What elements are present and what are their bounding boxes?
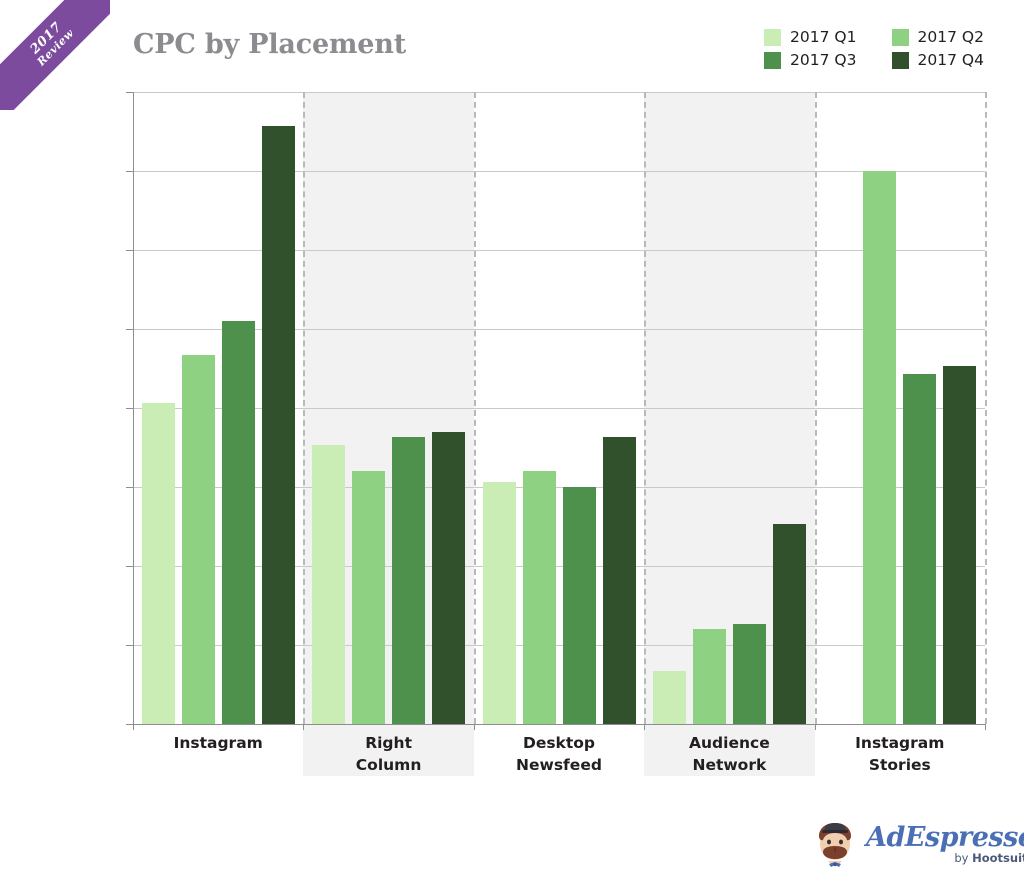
- x-axis-category-label: Instagram Stories: [815, 732, 985, 777]
- category-label-line: Instagram: [855, 734, 945, 752]
- logo-tagline-by: by: [954, 850, 973, 865]
- legend-label: 2017 Q4: [917, 51, 984, 69]
- page-title: CPC by Placement: [133, 29, 406, 60]
- bar[interactable]: [772, 523, 806, 724]
- x-axis-tick: [814, 724, 816, 730]
- x-axis-tick: [985, 724, 986, 730]
- legend-swatch-icon: [764, 51, 781, 69]
- bar[interactable]: [522, 471, 556, 724]
- bar[interactable]: [732, 623, 766, 724]
- x-axis-category-label: Audience Network: [644, 732, 814, 777]
- category-label-line: Right: [365, 734, 412, 752]
- y-axis-tick: [126, 566, 133, 567]
- category-label-line: Instagram: [173, 734, 263, 752]
- category-label-line: Desktop: [522, 734, 596, 752]
- y-axis-line: [133, 92, 134, 724]
- plot-area: US$0.00US$0.15US$0.30US$0.45US$0.60US$0.…: [126, 92, 987, 776]
- bar[interactable]: [482, 481, 516, 724]
- bar[interactable]: [141, 402, 175, 724]
- ribbon-year: 2017: [27, 19, 66, 58]
- legend-item[interactable]: 2017 Q1: [764, 28, 882, 46]
- group-divider: [644, 92, 647, 724]
- legend-item[interactable]: 2017 Q2: [891, 28, 1010, 46]
- legend-label: 2017 Q3: [790, 51, 857, 69]
- legend-item[interactable]: 2017 Q4: [891, 51, 1010, 69]
- y-axis-tick: [126, 92, 133, 93]
- legend-swatch-icon: [891, 28, 909, 46]
- bar[interactable]: [652, 671, 686, 724]
- bar[interactable]: [352, 471, 386, 724]
- ribbon-word: Review: [34, 26, 77, 69]
- ribbon-band: [0, 0, 110, 110]
- category-label-line: Network: [692, 756, 767, 775]
- logo-tagline-hootsuite: Hootsuite: [972, 850, 1024, 865]
- bar[interactable]: [692, 629, 726, 724]
- logo-tagline: by Hootsuite: [954, 850, 1024, 865]
- bar[interactable]: [261, 126, 295, 724]
- x-axis-tick: [644, 724, 646, 730]
- x-axis-category-label: Desktop Newsfeed: [474, 732, 644, 777]
- group-divider: [814, 92, 817, 724]
- category-label-line: Audience: [689, 734, 770, 752]
- bar[interactable]: [943, 365, 977, 724]
- bar[interactable]: [602, 436, 636, 724]
- legend-swatch-icon: [891, 51, 909, 69]
- bar[interactable]: [432, 431, 466, 724]
- y-axis-tick: [126, 250, 133, 251]
- legend-label: 2017 Q1: [790, 28, 857, 46]
- group-divider: [303, 92, 306, 724]
- logo-brand-name: AdEspresso: [866, 821, 1024, 853]
- bar[interactable]: [221, 321, 255, 724]
- legend-swatch-icon: [764, 28, 781, 46]
- adespresso-logo: AdEspresso by Hootsuite: [812, 818, 1024, 870]
- x-axis-line: [133, 724, 985, 725]
- x-axis-category-label: Instagram: [133, 732, 303, 754]
- y-axis-tick: [126, 645, 133, 646]
- legend-label: 2017 Q2: [917, 28, 984, 46]
- group-divider: [473, 92, 476, 724]
- category-label-line: Stories: [868, 756, 931, 775]
- bar[interactable]: [312, 444, 346, 724]
- chart-page: 2017 Review CPC by Placement 2017 Q1 2017…: [0, 0, 1024, 874]
- bar[interactable]: [863, 171, 897, 724]
- y-axis-tick: [126, 408, 133, 409]
- chart-legend: 2017 Q1 2017 Q2 2017 Q3 2017 Q4: [764, 28, 1009, 69]
- y-axis-tick: [126, 487, 133, 488]
- y-axis-tick: [126, 724, 133, 725]
- bar[interactable]: [903, 373, 937, 724]
- x-axis-tick: [133, 724, 134, 730]
- bar[interactable]: [181, 355, 215, 724]
- x-axis-category-label: Right Column: [303, 732, 473, 777]
- x-axis-tick: [303, 724, 305, 730]
- bar[interactable]: [562, 487, 596, 724]
- logo-wordmark: AdEspresso by Hootsuite: [866, 824, 1024, 865]
- ribbon-text: 2017 Review: [0, 0, 110, 110]
- legend-item[interactable]: 2017 Q3: [764, 51, 882, 69]
- group-divider: [985, 92, 987, 724]
- y-axis-tick: [126, 329, 133, 330]
- gridline: [133, 92, 985, 93]
- category-label-line: Newsfeed: [516, 756, 602, 775]
- year-review-ribbon: 2017 Review: [0, 0, 110, 110]
- x-axis-tick: [473, 724, 475, 730]
- barista-mascot-icon: [819, 823, 851, 867]
- y-axis-tick: [126, 171, 133, 172]
- bar[interactable]: [392, 436, 426, 724]
- category-label-line: Column: [355, 756, 422, 775]
